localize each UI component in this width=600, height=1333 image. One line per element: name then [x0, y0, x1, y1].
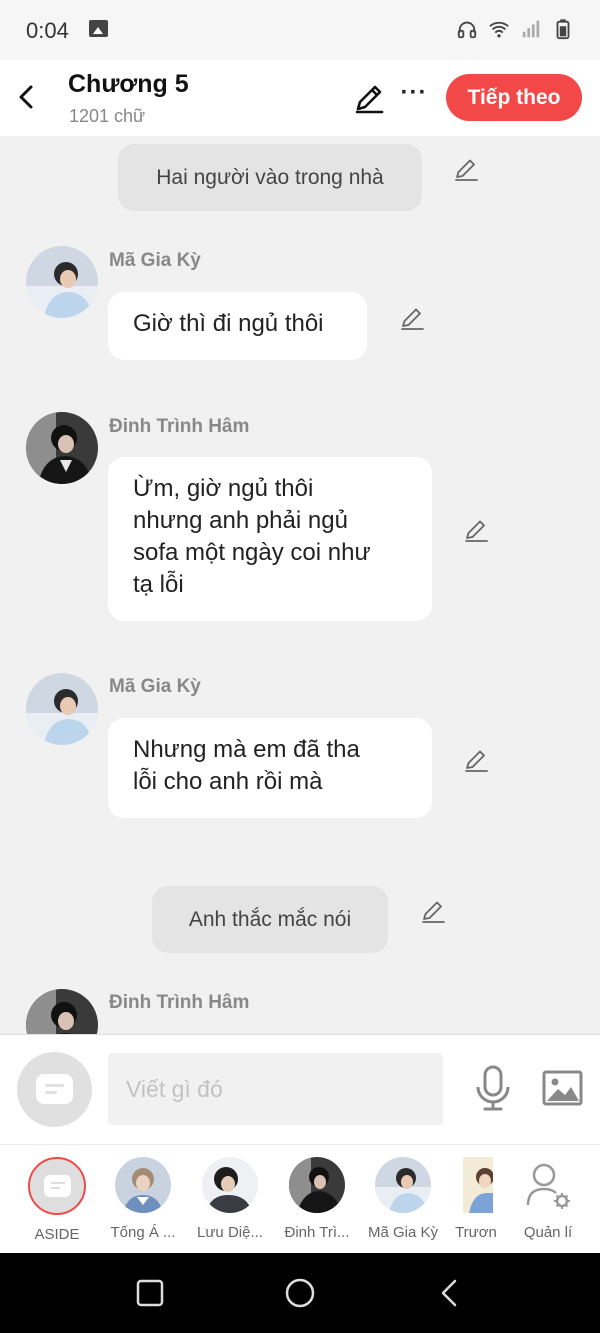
edit-line-icon[interactable]	[462, 746, 490, 774]
back-arrow-icon[interactable]	[12, 80, 42, 114]
character-avatar	[289, 1157, 345, 1213]
avatar-dinh-trinh-ham[interactable]	[26, 412, 98, 484]
avatar-dinh-trinh-ham[interactable]	[26, 989, 98, 1034]
message-bubble[interactable]: Giờ thì đi ngủ thôi	[108, 292, 367, 360]
narration-bubble: Anh thắc mắc nói	[152, 886, 388, 953]
system-nav-bar	[0, 1253, 600, 1333]
chapter-header: Chương 5 1201 chữ ··· Tiếp theo	[0, 60, 600, 136]
message-text: Nhưng mà em đã tha	[133, 736, 360, 763]
image-icon[interactable]	[542, 1070, 583, 1106]
next-chapter-button[interactable]: Tiếp theo	[446, 74, 582, 121]
edit-line-icon[interactable]	[452, 155, 480, 183]
character-avatar	[202, 1157, 258, 1213]
narration-text: Anh thắc mắc nói	[188, 908, 352, 931]
manage-characters-button[interactable]: Quản lí	[508, 1157, 588, 1241]
character-avatar	[115, 1157, 171, 1213]
speaker-name: Đinh Trình Hâm	[109, 992, 250, 1013]
message-text: Giờ thì đi ngủ thôi	[133, 310, 324, 337]
recent-apps-icon[interactable]	[134, 1277, 166, 1309]
message-bubble[interactable]: Nhưng mà em đã tha lỗi cho anh rồi mà	[108, 718, 432, 818]
back-nav-icon[interactable]	[434, 1277, 466, 1309]
message-text: Ừm, giờ ngủ thôi	[133, 475, 314, 502]
character-avatar	[463, 1157, 493, 1213]
message-icon	[36, 1074, 73, 1104]
speaker-name: Mã Gia Kỳ	[109, 250, 201, 271]
character-name: Lưu Diệ...	[197, 1224, 263, 1241]
image-notification-icon	[89, 20, 108, 37]
avatar-ma-gia-ky[interactable]	[26, 246, 98, 318]
signal-icon	[522, 20, 540, 38]
message-text: lỗi cho anh rồi mà	[133, 768, 323, 795]
home-icon[interactable]	[284, 1277, 316, 1309]
message-text: tạ lỗi	[133, 571, 184, 598]
status-icons	[456, 18, 574, 40]
edit-pencil-icon[interactable]	[352, 81, 386, 115]
input-bar	[0, 1034, 600, 1144]
edit-line-icon[interactable]	[398, 304, 426, 332]
character-tab[interactable]: Lưu Diệ...	[190, 1157, 270, 1241]
character-avatar	[375, 1157, 431, 1213]
speaker-name: Đinh Trình Hâm	[109, 416, 250, 437]
message-text: nhưng anh phải ngủ	[133, 507, 348, 534]
character-tab[interactable]: Đinh Trì...	[277, 1157, 357, 1241]
character-tab-aside[interactable]: ASIDE	[17, 1157, 97, 1243]
edit-line-icon[interactable]	[462, 516, 490, 544]
chapter-title: Chương 5	[68, 70, 189, 98]
chat-area[interactable]: Hai người vào trong nhà Mã Gia Kỳ Giờ th…	[0, 136, 600, 1034]
speaker-name: Mã Gia Kỳ	[109, 676, 201, 697]
character-bar: ASIDE Tống Á ... Lưu Diệ... Đinh Trì... …	[0, 1144, 600, 1253]
character-name: ASIDE	[34, 1226, 80, 1243]
message-text: sofa một ngày coi như	[133, 539, 371, 566]
character-name: Mã Gia Kỳ	[367, 1224, 439, 1241]
aside-avatar	[28, 1157, 86, 1215]
message-input[interactable]	[108, 1053, 443, 1125]
status-bar: 0:04	[0, 0, 600, 60]
battery-icon	[556, 19, 570, 40]
status-time: 0:04	[26, 18, 69, 43]
character-name: Trươn	[455, 1224, 497, 1241]
manage-users-icon	[520, 1157, 576, 1213]
edit-line-icon[interactable]	[419, 897, 447, 925]
message-bubble[interactable]: Ừm, giờ ngủ thôi nhưng anh phải ngủ sofa…	[108, 457, 432, 621]
character-tab[interactable]: Trươn	[450, 1157, 502, 1241]
character-tab[interactable]: Tống Á ...	[103, 1157, 183, 1241]
narration-text: Hai người vào trong nhà	[156, 166, 384, 189]
character-name: Tống Á ...	[110, 1224, 176, 1241]
message-icon	[44, 1175, 71, 1197]
character-tab[interactable]: Mã Gia Kỳ	[363, 1157, 443, 1241]
narration-bubble: Hai người vào trong nhà	[118, 144, 422, 211]
character-name: Đinh Trì...	[284, 1224, 350, 1241]
microphone-icon[interactable]	[474, 1065, 512, 1111]
word-count: 1201 chữ	[69, 106, 146, 126]
more-options-button[interactable]: ···	[400, 81, 428, 110]
wifi-icon	[489, 21, 509, 38]
character-name: Quản lí	[523, 1224, 573, 1241]
avatar-ma-gia-ky[interactable]	[26, 673, 98, 745]
aside-toggle-button[interactable]	[17, 1052, 92, 1127]
headphones-icon	[457, 21, 477, 39]
